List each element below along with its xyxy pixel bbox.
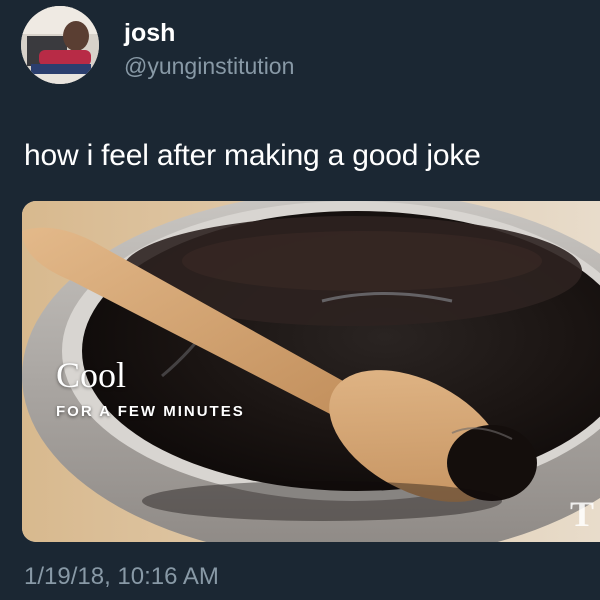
avatar[interactable] [21,6,99,84]
tweet-timestamp[interactable]: 1/19/18, 10:16 AM [24,563,219,591]
avatar-image [21,6,99,84]
user-handle[interactable]: @yunginstitution [124,53,294,80]
video-caption-subtitle: FOR A FEW MINUTES [56,403,245,420]
video-caption-title: Cool [56,355,127,395]
tweet-media[interactable]: Cool FOR A FEW MINUTES T [22,201,600,542]
display-name[interactable]: josh [124,19,175,48]
nyt-watermark-logo: T [570,494,595,534]
tweet-text: how i feel after making a good joke [24,139,481,172]
